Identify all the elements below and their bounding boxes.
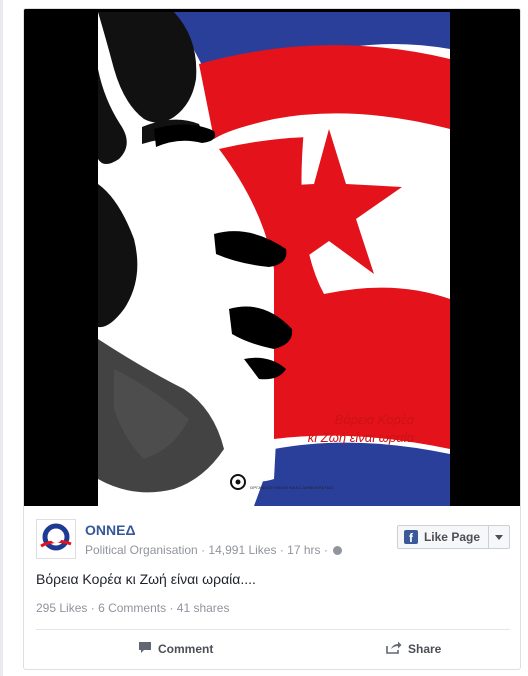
comment-button[interactable]: Comment	[138, 634, 213, 664]
facebook-icon: f	[403, 530, 418, 544]
poster-org-caption: ΟΡΓΑΝΩΣΗ ΝΕΩΝ ΝΕΑΣ ΔΗΜΟΚΡΑΤΙΑΣ	[250, 485, 334, 490]
post-actions: Comment Share	[24, 634, 520, 664]
like-page-button[interactable]: f Like Page	[398, 526, 489, 548]
comment-label: Comment	[158, 642, 214, 656]
globe-icon	[333, 546, 343, 555]
page-name-link[interactable]: ΟΝΝΕΔ	[85, 522, 136, 538]
poster-slogan-line1: Βόρεια Κορέα	[334, 412, 414, 427]
comments-count-link[interactable]: 6 Comments	[98, 601, 166, 615]
page-category: Political Organisation	[85, 543, 198, 557]
post-meta: Political Organisation · 14,991 Likes · …	[85, 543, 343, 557]
action-divider	[36, 629, 510, 630]
shares-count-link[interactable]: 41 shares	[177, 601, 230, 615]
post-photo[interactable]: Βόρεια Κορέα κι Ζωή είναι ωραία ΟΡΓΑΝΩΣΗ…	[24, 9, 520, 506]
comment-icon	[138, 641, 152, 657]
poster-slogan: Βόρεια Κορέα κι Ζωή είναι ωραία	[274, 411, 414, 447]
chevron-down-icon	[495, 534, 503, 540]
meta-separator: ·	[201, 543, 206, 557]
meta-separator: ·	[323, 543, 328, 557]
post-timestamp[interactable]: 17 hrs	[287, 543, 320, 557]
poster-slogan-line2: κι Ζωή είναι ωραία	[307, 430, 414, 445]
meta-separator: ·	[90, 601, 95, 615]
like-page-label: Like Page	[423, 530, 480, 544]
like-page-button-group: f Like Page	[396, 525, 510, 549]
onned-logo-icon[interactable]	[36, 519, 76, 559]
post-stats: 295 Likes · 6 Comments · 41 shares	[36, 601, 229, 615]
poster-artwork	[24, 9, 520, 506]
share-icon	[386, 641, 402, 657]
page-likes-count: 14,991 Likes	[208, 543, 277, 557]
likes-count-link[interactable]: 295 Likes	[36, 601, 87, 615]
left-frame-edge	[0, 0, 3, 676]
like-page-dropdown[interactable]	[489, 526, 509, 548]
meta-separator: ·	[279, 543, 284, 557]
meta-separator: ·	[169, 601, 174, 615]
post-message: Βόρεια Κορέα κι Ζωή είναι ωραία....	[36, 571, 256, 587]
share-button[interactable]: Share	[386, 634, 441, 664]
share-label: Share	[408, 642, 442, 656]
post-header: ΟΝΝΕΔ Political Organisation · 14,991 Li…	[36, 519, 510, 563]
facebook-post-card: Βόρεια Κορέα κι Ζωή είναι ωραία ΟΡΓΑΝΩΣΗ…	[23, 8, 521, 670]
